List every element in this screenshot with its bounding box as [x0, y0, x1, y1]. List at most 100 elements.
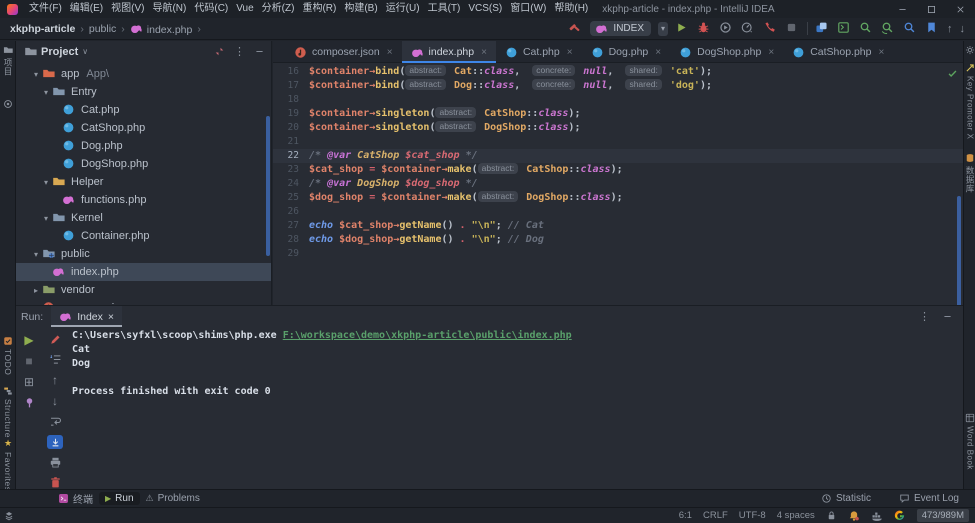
profiler-button[interactable]	[741, 21, 756, 36]
toolbar-item-statistic[interactable]: Statistic	[815, 492, 877, 505]
menu-item[interactable]: 窗口(W)	[506, 0, 550, 18]
tree-item-Cat.php[interactable]: Cat.php	[16, 101, 271, 119]
close-tab-icon[interactable]: ×	[567, 47, 573, 58]
tree-item-functions.php[interactable]: functions.php	[16, 191, 271, 209]
stripe-gear[interactable]	[964, 45, 975, 55]
sidebar-item-project[interactable]: 项目	[0, 45, 16, 76]
run-tab-index[interactable]: Index ×	[51, 306, 122, 327]
code-line-17[interactable]: 17$container→bind(abstract: Dog::class, …	[273, 79, 963, 93]
toolbar-item-event-log[interactable]: Event Log	[893, 492, 965, 505]
tab-DogShop.php[interactable]: DogShop.php×	[670, 41, 783, 63]
code-line-29[interactable]: 29	[273, 247, 963, 261]
rerun-button[interactable]: ▶	[24, 333, 33, 347]
chevron-down-icon[interactable]: ▾	[40, 178, 52, 187]
code-editor[interactable]: 16$container→bind(abstract: Cat::class, …	[273, 63, 963, 261]
tree-item-Entry[interactable]: ▾Entry	[16, 83, 271, 101]
code-line-18[interactable]: 18	[273, 93, 963, 107]
close-tab-icon[interactable]: ×	[655, 47, 661, 58]
code-line-24[interactable]: 24/* @var DogShop $dog_shop */	[273, 177, 963, 191]
console-file-link[interactable]: F:\workspace\demo\xkphp-article\public\i…	[283, 330, 572, 341]
tree-item-Dog.php[interactable]: Dog.php	[16, 137, 271, 155]
docker-icon[interactable]	[871, 510, 883, 522]
restore-layout-icon[interactable]: ⊞	[24, 375, 34, 389]
build-hammer-icon[interactable]	[568, 21, 583, 36]
code-line-27[interactable]: 27echo $cat_shop→getName() . "\n"; // Ca…	[273, 219, 963, 233]
breadcrumb-item[interactable]: xkphp-article	[10, 23, 75, 35]
chevron-down-icon[interactable]: ▾	[40, 214, 52, 223]
sidebar-item-word-book[interactable]: Word Book	[964, 413, 975, 470]
code-line-19[interactable]: 19$container→singleton(abstract: CatShop…	[273, 107, 963, 121]
prev-occurrence-icon[interactable]: ↑	[947, 23, 953, 35]
services-icon[interactable]	[815, 21, 830, 36]
code-line-23[interactable]: 23$cat_shop = $container→make(abstract: …	[273, 163, 963, 177]
breadcrumb-item[interactable]: index.php	[130, 22, 193, 36]
bookmark-icon[interactable]	[925, 21, 940, 36]
close-tab-icon[interactable]: ×	[387, 47, 393, 58]
toolbar-item-terminal[interactable]: 终端	[52, 490, 99, 507]
menu-item[interactable]: 分析(Z)	[258, 0, 299, 18]
sidebar-item-key-promoter[interactable]: Key Promoter X	[964, 63, 975, 139]
sidebar-item-dependencies[interactable]	[0, 99, 16, 109]
pin-tab-icon[interactable]	[23, 396, 36, 409]
close-tab-icon[interactable]: ×	[481, 47, 487, 58]
readonly-lock-icon[interactable]	[826, 510, 837, 521]
hide-run-panel-icon[interactable]	[942, 311, 953, 322]
tree-item-app[interactable]: ▾appApp\	[16, 65, 271, 83]
menu-item[interactable]: 导航(N)	[148, 0, 190, 18]
toolbar-item-run[interactable]: ▶ Run	[99, 492, 140, 505]
close-tab-icon[interactable]: ×	[768, 47, 774, 58]
close-run-tab-icon[interactable]: ×	[108, 311, 114, 323]
chevron-down-icon[interactable]: ▾	[30, 250, 42, 259]
breadcrumb-item[interactable]: public	[89, 23, 116, 35]
stop-process-button[interactable]: ■	[25, 354, 32, 368]
run-options-icon[interactable]: ⋮	[919, 310, 930, 323]
code-line-28[interactable]: 28echo $dog_shop→getName() . "\n"; // Do…	[273, 233, 963, 247]
clear-all-icon[interactable]	[49, 476, 62, 489]
menu-item[interactable]: 编辑(E)	[66, 0, 107, 18]
indent-indicator[interactable]: 4 spaces	[777, 510, 815, 521]
line-ending-indicator[interactable]: CRLF	[703, 510, 728, 521]
run-button[interactable]	[675, 21, 690, 36]
debug-button[interactable]	[697, 21, 712, 36]
search-replace-icon[interactable]	[881, 21, 896, 36]
tab-Cat.php[interactable]: Cat.php×	[496, 41, 582, 63]
hide-project-panel-icon[interactable]	[254, 46, 265, 57]
sidebar-item-structure[interactable]: Structure	[0, 386, 16, 438]
run-configuration-dropdown-icon[interactable]: ▾	[658, 22, 668, 36]
find-in-path-icon[interactable]	[903, 21, 918, 36]
code-line-20[interactable]: 20$container→singleton(abstract: DogShop…	[273, 121, 963, 135]
menu-item[interactable]: 重构(R)	[298, 0, 340, 18]
chevron-right-icon[interactable]: ▸	[30, 286, 42, 295]
down-stack-trace-icon[interactable]: ↓	[52, 394, 58, 408]
project-view-expand-icon[interactable]: ∨	[82, 47, 88, 56]
run-configuration-select[interactable]: INDEX	[590, 21, 651, 36]
edit-configuration-icon[interactable]	[49, 333, 62, 346]
inspections-ok-icon[interactable]	[947, 68, 958, 79]
menu-item[interactable]: 帮助(H)	[550, 0, 592, 18]
chevron-down-icon[interactable]: ▾	[40, 88, 52, 97]
search-icon[interactable]	[859, 21, 874, 36]
code-line-16[interactable]: 16$container→bind(abstract: Cat::class, …	[273, 65, 963, 79]
print-icon[interactable]	[49, 456, 62, 469]
menu-item[interactable]: 工具(T)	[424, 0, 465, 18]
tree-item-Kernel[interactable]: ▾Kernel	[16, 209, 271, 227]
project-scrollbar[interactable]	[266, 116, 270, 256]
tree-item-Helper[interactable]: ▾Helper	[16, 173, 271, 191]
tree-item-DogShop.php[interactable]: DogShop.php	[16, 155, 271, 173]
menu-item[interactable]: 代码(C)	[190, 0, 232, 18]
code-line-21[interactable]: 21	[273, 135, 963, 149]
project-view-selector[interactable]: Project	[41, 46, 78, 58]
chevron-down-icon[interactable]: ▾	[30, 70, 42, 79]
menu-item[interactable]: 运行(U)	[382, 0, 424, 18]
toolbar-item-problems[interactable]: ⚠ Problems	[140, 492, 206, 505]
editor-scrollbar[interactable]	[957, 196, 961, 308]
sidebar-item-todo[interactable]: TODO	[0, 336, 16, 375]
scroll-to-end-icon[interactable]	[47, 435, 63, 449]
tab-Dog.php[interactable]: Dog.php×	[582, 41, 671, 63]
terminal-frame-icon[interactable]	[837, 21, 852, 36]
tab-composer.json[interactable]: composer.json×	[285, 41, 402, 63]
close-tab-icon[interactable]: ×	[879, 47, 885, 58]
project-options-icon[interactable]: ⋮	[234, 45, 245, 58]
code-line-26[interactable]: 26	[273, 205, 963, 219]
soft-wrap-icon[interactable]	[49, 353, 62, 366]
